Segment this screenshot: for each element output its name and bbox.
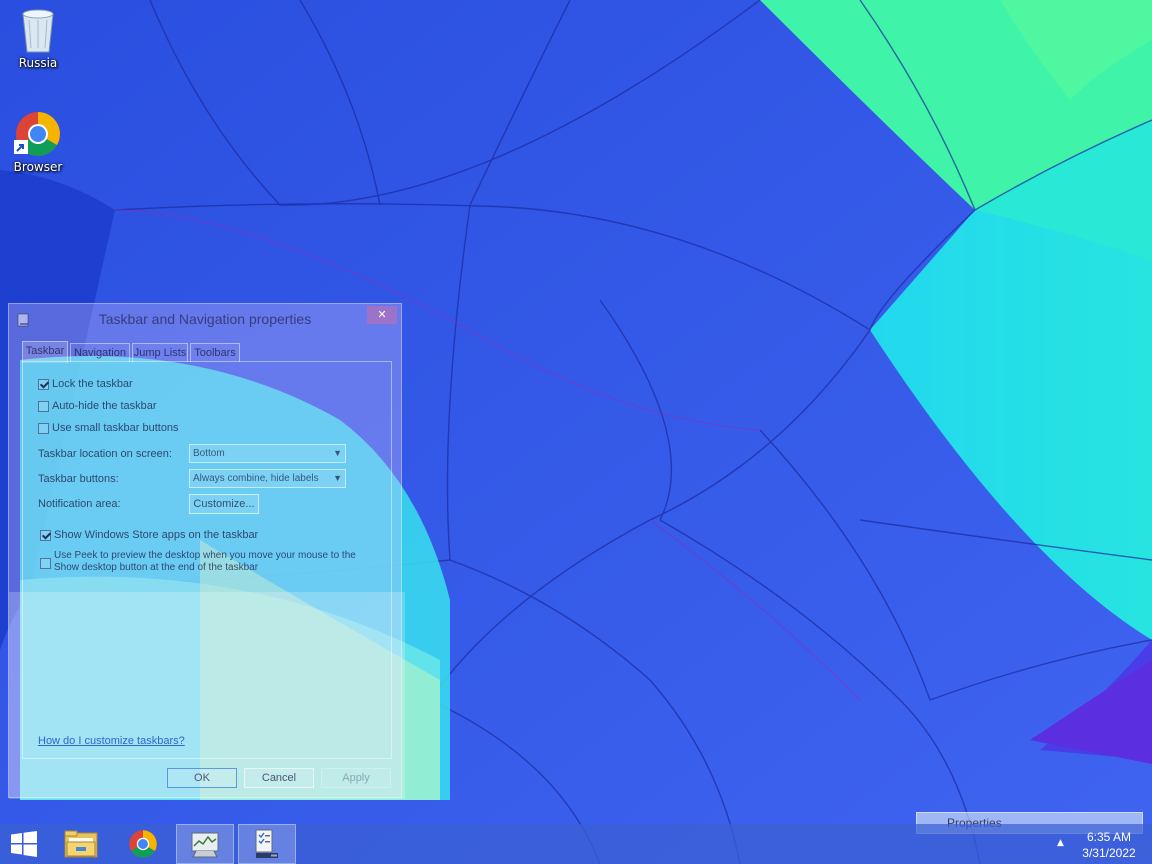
chrome-icon: [129, 830, 157, 858]
taskbar-properties-dialog: Taskbar and Navigation properties ✕ Task…: [8, 303, 405, 799]
recycle-bin-icon: [14, 6, 62, 54]
clock-date: 3/31/2022: [1082, 846, 1136, 860]
store-apps-checkbox[interactable]: [40, 530, 51, 541]
chrome-icon: [14, 110, 62, 158]
desktop-icon-label: Russia: [18, 56, 58, 70]
close-button[interactable]: ✕: [367, 306, 397, 324]
notification-label: Notification area:: [38, 498, 121, 510]
customize-button[interactable]: Customize...: [189, 494, 259, 514]
shortcut-arrow-icon: [14, 140, 28, 154]
windows-logo-icon: [11, 831, 37, 857]
location-select[interactable]: Bottom ▼: [189, 444, 346, 463]
monitor-chart-icon: [191, 832, 219, 858]
location-label: Taskbar location on screen:: [38, 448, 172, 460]
tab-toolbars[interactable]: Toolbars: [190, 343, 240, 362]
peek-label-line2: Show desktop button at the end of the ta…: [54, 562, 259, 573]
taskbar-clock[interactable]: 6:35 AM 3/31/2022: [1070, 829, 1148, 861]
peek-label-line1: Use Peek to preview the desktop when you…: [54, 550, 356, 561]
cancel-button[interactable]: Cancel: [244, 768, 314, 788]
dialog-title: Taskbar and Navigation properties: [98, 311, 312, 327]
start-button[interactable]: [0, 824, 48, 864]
lock-taskbar-checkbox[interactable]: [38, 379, 49, 390]
auto-hide-label: Auto-hide the taskbar: [52, 400, 157, 412]
taskbar-buttons-select[interactable]: Always combine, hide labels ▼: [189, 469, 346, 488]
location-select-value: Bottom: [193, 448, 225, 459]
small-buttons-checkbox[interactable]: [38, 423, 49, 434]
desktop-icon-label: Browser: [13, 160, 63, 174]
tab-navigation[interactable]: Navigation: [70, 343, 130, 362]
taskbar-properties-window[interactable]: [238, 824, 296, 864]
taskbar-properties-icon: [255, 829, 278, 858]
taskbar: [0, 824, 1152, 864]
taskbar-chrome[interactable]: [114, 824, 172, 864]
apply-button[interactable]: Apply: [321, 768, 391, 788]
tab-jump-lists[interactable]: Jump Lists: [132, 343, 188, 362]
taskbar-buttons-value: Always combine, hide labels: [193, 473, 319, 484]
help-link[interactable]: How do I customize taskbars?: [38, 735, 185, 747]
store-apps-label: Show Windows Store apps on the taskbar: [54, 529, 259, 541]
buttons-label: Taskbar buttons:: [38, 473, 119, 485]
taskbar-tab-panel: Lock the taskbar Auto-hide the taskbar U…: [22, 361, 392, 759]
show-hidden-icons-arrow[interactable]: ▲: [1057, 838, 1064, 848]
lock-taskbar-label: Lock the taskbar: [52, 378, 133, 390]
ok-button[interactable]: OK: [167, 768, 237, 788]
auto-hide-checkbox[interactable]: [38, 401, 49, 412]
folder-icon: [64, 830, 98, 858]
peek-checkbox[interactable]: [40, 558, 51, 569]
tab-taskbar[interactable]: Taskbar: [22, 341, 68, 363]
taskbar-file-explorer[interactable]: [52, 824, 110, 864]
dialog-titlebar[interactable]: Taskbar and Navigation properties ✕: [9, 304, 401, 336]
small-buttons-label: Use small taskbar buttons: [52, 422, 179, 434]
taskbar-system-monitor[interactable]: [176, 824, 234, 864]
desktop-icon-russia[interactable]: Russia: [0, 6, 76, 70]
desktop-icon-browser[interactable]: Browser: [0, 110, 76, 174]
clock-time: 6:35 AM: [1086, 830, 1132, 844]
chevron-down-icon: ▼: [333, 473, 342, 483]
chevron-down-icon: ▼: [333, 448, 342, 458]
